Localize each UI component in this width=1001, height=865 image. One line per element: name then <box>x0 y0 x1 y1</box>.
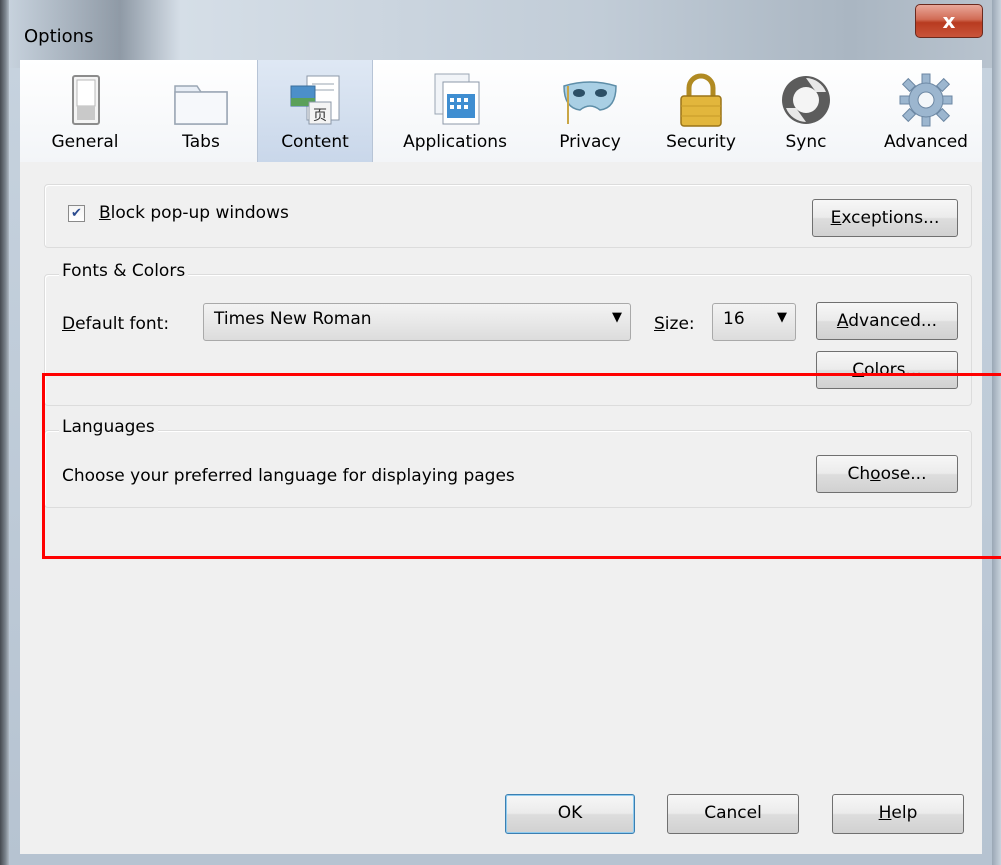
exceptions-button[interactable]: Exceptions... <box>812 199 958 237</box>
tab-general-label: General <box>51 132 119 152</box>
languages-legend: Languages <box>59 417 158 437</box>
tab-security[interactable]: Security <box>646 60 756 162</box>
chevron-down-icon: ▼ <box>612 310 622 325</box>
help-button[interactable]: Help <box>832 794 964 834</box>
tab-security-label: Security <box>666 132 736 152</box>
preferences-toolbar: General Tabs 页 Content Applications Priv… <box>20 60 982 163</box>
svg-text:页: 页 <box>313 108 327 124</box>
advanced-gear-icon <box>899 73 953 127</box>
fonts-colors-panel: Fonts & Colors Default font: Times New R… <box>44 261 972 406</box>
tab-applications[interactable]: Applications <box>380 60 530 162</box>
window-title: Options <box>24 26 94 47</box>
tab-general[interactable]: General <box>30 60 140 162</box>
choose-languages-button[interactable]: Choose... <box>816 455 958 493</box>
title-bar[interactable]: Options x <box>0 0 1001 68</box>
general-switch-icon <box>72 75 100 125</box>
advanced-fonts-button[interactable]: Advanced... <box>816 302 958 340</box>
applications-window-icon <box>434 73 480 125</box>
size-value: 16 <box>723 309 745 329</box>
default-font-select[interactable]: Times New Roman ▼ <box>203 303 631 341</box>
tab-privacy[interactable]: Privacy <box>540 60 640 162</box>
tab-content-label: Content <box>281 132 349 152</box>
security-padlock-icon <box>680 73 722 127</box>
tab-privacy-label: Privacy <box>559 132 621 152</box>
ok-button[interactable]: OK <box>505 794 635 834</box>
options-dialog: Options x General Tabs 页 Content Applica… <box>0 0 1001 865</box>
cancel-button[interactable]: Cancel <box>667 794 799 834</box>
close-button[interactable]: x <box>915 4 983 38</box>
size-label: Size: <box>654 314 695 334</box>
content-page-icon: 页 <box>290 75 340 125</box>
content-pane: ✔ Block pop-up windows Exceptions... Fon… <box>20 162 982 854</box>
tab-advanced[interactable]: Advanced <box>870 60 982 162</box>
popup-panel: ✔ Block pop-up windows Exceptions... <box>44 184 972 248</box>
size-select[interactable]: 16 ▼ <box>712 303 796 341</box>
window-right-edge <box>992 0 1001 865</box>
tab-tabs[interactable]: Tabs <box>156 60 246 162</box>
colors-button[interactable]: Colors... <box>816 351 958 389</box>
tabs-folder-icon <box>174 85 228 125</box>
checkmark-icon: ✔ <box>71 206 82 221</box>
privacy-mask-icon <box>563 81 617 124</box>
sync-arrows-icon <box>782 76 830 124</box>
close-icon: x <box>942 9 956 33</box>
languages-panel: Languages Choose your preferred language… <box>44 417 972 508</box>
tab-applications-label: Applications <box>403 132 507 152</box>
block-popups-label[interactable]: Block pop-up windows <box>99 203 289 223</box>
tab-advanced-label: Advanced <box>884 132 968 152</box>
tab-tabs-label: Tabs <box>182 132 220 152</box>
tab-sync[interactable]: Sync <box>766 60 846 162</box>
tab-content[interactable]: 页 Content <box>257 60 373 162</box>
default-font-label: Default font: <box>62 314 170 334</box>
default-font-value: Times New Roman <box>214 309 372 329</box>
window-left-edge <box>0 0 9 865</box>
fonts-colors-legend: Fonts & Colors <box>59 261 189 281</box>
languages-description: Choose your preferred language for displ… <box>62 466 515 486</box>
tab-sync-label: Sync <box>785 132 827 152</box>
chevron-down-icon: ▼ <box>777 310 787 325</box>
block-popups-checkbox[interactable]: ✔ <box>68 205 85 222</box>
